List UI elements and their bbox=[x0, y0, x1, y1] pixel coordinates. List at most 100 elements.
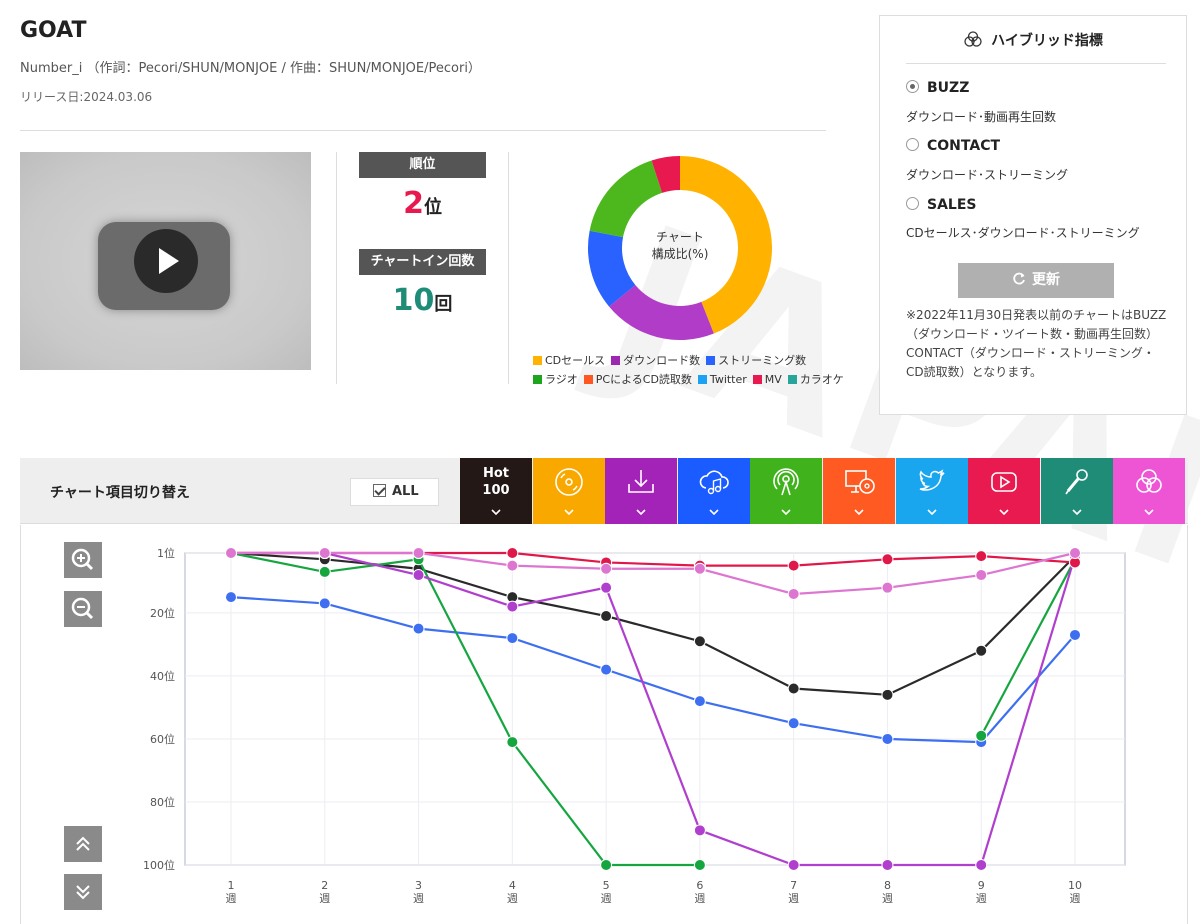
series-path bbox=[230, 596, 1076, 744]
data-point[interactable] bbox=[506, 600, 519, 613]
chartin-number: 10 bbox=[392, 283, 435, 318]
refresh-button[interactable]: 更新 bbox=[958, 263, 1114, 298]
data-point[interactable] bbox=[881, 859, 894, 871]
video-player[interactable] bbox=[20, 152, 311, 370]
data-point[interactable] bbox=[787, 717, 800, 730]
data-point[interactable] bbox=[412, 547, 425, 559]
data-point[interactable] bbox=[318, 547, 331, 559]
data-point[interactable] bbox=[881, 581, 894, 594]
hybrid-icon bbox=[964, 31, 982, 47]
chart-tab-download[interactable] bbox=[605, 458, 678, 524]
chart-tab-pc-cd[interactable] bbox=[823, 458, 895, 524]
data-point[interactable] bbox=[318, 565, 331, 578]
data-point[interactable] bbox=[975, 569, 988, 582]
all-checkbox[interactable]: ALL bbox=[350, 478, 439, 506]
radio-contact[interactable]: CONTACT bbox=[906, 138, 1000, 154]
data-point[interactable] bbox=[787, 559, 800, 572]
data-point[interactable] bbox=[506, 559, 519, 572]
data-point[interactable] bbox=[975, 859, 988, 871]
data-point[interactable] bbox=[318, 597, 331, 610]
chevron-down-icon bbox=[636, 509, 646, 516]
download-icon bbox=[628, 470, 654, 493]
data-point[interactable] bbox=[600, 610, 613, 623]
rank-value: 2位 bbox=[359, 186, 486, 221]
hybrid-note: ※2022年11月30日発表以前のチャートはBUZZ（ダウンロード・ツイート数・… bbox=[906, 308, 1167, 379]
data-point[interactable] bbox=[693, 635, 706, 648]
chart-tab-hybrid[interactable] bbox=[1113, 458, 1186, 524]
chart-tab-youtube[interactable] bbox=[968, 458, 1041, 524]
chart-tab-twitter[interactable] bbox=[895, 458, 968, 524]
data-point[interactable] bbox=[506, 736, 519, 749]
data-point[interactable] bbox=[693, 859, 706, 871]
chartin-label: チャートイン回数 bbox=[359, 249, 486, 275]
radio-sales-desc: CDセールス･ダウンロード･ストリーミング bbox=[906, 226, 1140, 240]
legend-item: PCによるCD読取数 bbox=[583, 370, 692, 389]
legend-label: PCによるCD読取数 bbox=[595, 373, 692, 386]
data-point[interactable] bbox=[787, 587, 800, 600]
play-icon[interactable] bbox=[134, 229, 198, 293]
data-point[interactable] bbox=[600, 663, 613, 676]
radio-contact-indicator[interactable] bbox=[906, 138, 919, 151]
chart-tab-radio[interactable] bbox=[750, 458, 823, 524]
data-point[interactable] bbox=[787, 682, 800, 695]
chevron-down-icon bbox=[1072, 509, 1082, 516]
data-point[interactable] bbox=[693, 562, 706, 575]
chart-tab-hot100[interactable]: Hot 100 bbox=[460, 458, 532, 524]
radio-buzz-indicator[interactable] bbox=[906, 80, 919, 93]
data-point[interactable] bbox=[600, 581, 613, 594]
data-point[interactable] bbox=[881, 688, 894, 701]
legend-swatch bbox=[697, 375, 707, 384]
legend-item: Twitter bbox=[697, 370, 747, 389]
x-tick-label: 7週 bbox=[788, 879, 799, 905]
y-tick-label: 40位 bbox=[150, 669, 175, 683]
legend-label: CDセールス bbox=[545, 354, 606, 367]
y-tick-label: 1位 bbox=[157, 546, 175, 560]
data-point[interactable] bbox=[787, 859, 800, 871]
cd-icon bbox=[554, 468, 583, 496]
data-point[interactable] bbox=[600, 859, 613, 871]
chevron-down-icon bbox=[854, 509, 864, 516]
radio-buzz[interactable]: BUZZ bbox=[906, 80, 969, 96]
legend-item: ラジオ bbox=[533, 370, 578, 389]
data-point[interactable] bbox=[506, 547, 519, 559]
chartin-unit: 回 bbox=[434, 294, 453, 315]
chevron-down-icon bbox=[999, 509, 1009, 516]
rank-line-chart: 1位 20位 40位 60位 80位 100位 1 週 2 週 3 週 4 週 5 週 6 週 7 週 8 週 9 週 10 週 bbox=[143, 546, 1126, 905]
chevron-down-icon bbox=[927, 509, 937, 516]
chevron-down-icon bbox=[564, 509, 574, 516]
x-tick-label: 2週 bbox=[319, 879, 330, 905]
hybrid-title-text: ハイブリッド指標 bbox=[991, 33, 1103, 49]
data-point[interactable] bbox=[693, 695, 706, 708]
divider bbox=[508, 152, 509, 384]
chart-tab-streaming[interactable] bbox=[677, 458, 750, 524]
series-path bbox=[231, 551, 1077, 867]
x-tick-label: 1週 bbox=[226, 879, 237, 905]
legend-label: ストリーミング数 bbox=[718, 354, 807, 367]
data-point[interactable] bbox=[600, 562, 613, 575]
chart-toggle-bar: チャート項目切り替え ALL Hot 100 bbox=[20, 458, 1188, 524]
chart-tab-cd[interactable] bbox=[532, 458, 605, 524]
chart-tab-karaoke[interactable] bbox=[1040, 458, 1113, 524]
data-point[interactable] bbox=[412, 569, 425, 582]
data-point[interactable] bbox=[975, 644, 988, 657]
data-point[interactable] bbox=[412, 622, 425, 635]
data-point[interactable] bbox=[1069, 547, 1081, 559]
radio-sales[interactable]: SALES bbox=[906, 197, 977, 213]
data-point[interactable] bbox=[881, 732, 894, 745]
y-tick-label: 20位 bbox=[150, 606, 175, 620]
x-tick-label: 6週 bbox=[694, 879, 705, 905]
data-point[interactable] bbox=[975, 550, 988, 563]
data-point[interactable] bbox=[1069, 628, 1081, 641]
artist-credit: Number_i （作詞：Pecori/SHUN/MONJOE / 作曲：SHU… bbox=[20, 61, 481, 76]
data-point[interactable] bbox=[975, 729, 988, 742]
donut-segment bbox=[589, 160, 663, 238]
data-point[interactable] bbox=[225, 591, 237, 604]
radio-sales-indicator[interactable] bbox=[906, 197, 919, 210]
data-point[interactable] bbox=[881, 553, 894, 566]
data-point[interactable] bbox=[506, 632, 519, 645]
series-line bbox=[225, 547, 1081, 871]
hot100-label-line1: Hot bbox=[482, 466, 510, 481]
data-point[interactable] bbox=[693, 824, 706, 837]
data-point[interactable] bbox=[225, 547, 237, 559]
legend-item: ストリーミング数 bbox=[706, 351, 806, 370]
